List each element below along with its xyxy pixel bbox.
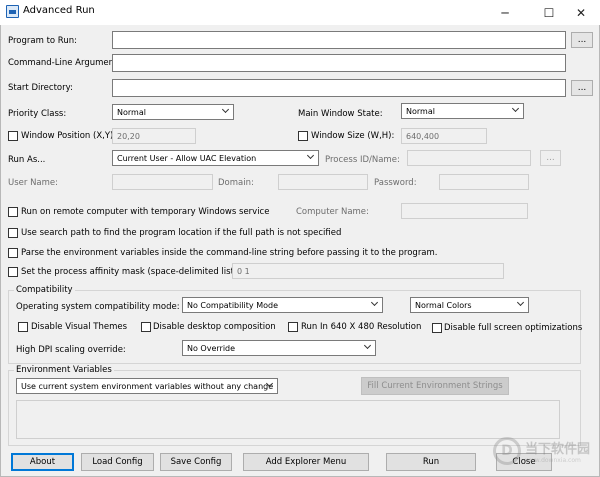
os-mode-label: Operating system compatibility mode: (16, 302, 180, 312)
parse-env-label: Parse the environment variables inside t… (21, 248, 438, 258)
domain-label: Domain: (218, 178, 254, 188)
chevron-down-icon (363, 341, 372, 350)
chevron-down-icon (221, 105, 230, 114)
save-config-button[interactable]: Save Config (160, 453, 232, 471)
affinity-input[interactable]: 0 1 (232, 263, 504, 279)
add-explorer-menu-button[interactable]: Add Explorer Menu (243, 453, 369, 471)
user-name-label: User Name: (8, 178, 59, 188)
dpi-label: High DPI scaling override: (16, 345, 126, 355)
disable-fullscreen-opt-label: Disable full screen optimizations (444, 323, 583, 333)
password-label: Password: (374, 178, 417, 188)
colors-select[interactable]: Normal Colors (410, 297, 529, 313)
chevron-down-icon (306, 151, 315, 160)
computer-name-label: Computer Name: (296, 207, 369, 217)
disable-visual-themes-label: Disable Visual Themes (31, 322, 128, 332)
process-id-input[interactable] (407, 150, 531, 166)
affinity-checkbox[interactable] (8, 267, 18, 277)
run-640-label: Run In 640 X 480 Resolution (301, 322, 422, 332)
os-mode-value: No Compatibility Mode (187, 301, 278, 310)
remote-label: Run on remote computer with temporary Wi… (21, 207, 270, 217)
priority-value: Normal (117, 108, 146, 117)
close-window-button[interactable]: ✕ (562, 0, 600, 25)
main-window-state-label: Main Window State: (298, 109, 383, 119)
browse-process-button[interactable]: ... (540, 150, 561, 166)
window-size-checkbox[interactable] (298, 131, 308, 141)
close-button[interactable]: Close (496, 453, 552, 471)
remote-checkbox[interactable] (8, 207, 18, 217)
run-640-checkbox[interactable] (288, 322, 298, 332)
disable-fullscreen-opt-checkbox[interactable] (432, 323, 442, 333)
load-config-button[interactable]: Load Config (81, 453, 154, 471)
colors-value: Normal Colors (415, 301, 472, 310)
dpi-value: No Override (187, 344, 236, 353)
window-position-label: Window Position (X,Y): (21, 131, 117, 141)
startdir-input[interactable] (112, 79, 566, 97)
environment-mode-value: Use current system environment variables… (21, 382, 274, 391)
environment-mode-select[interactable]: Use current system environment variables… (16, 378, 278, 394)
minimize-button[interactable]: ─ (486, 0, 524, 25)
run-as-label: Run As... (8, 155, 46, 165)
disable-visual-themes-checkbox[interactable] (18, 322, 28, 332)
disable-desktop-composition-label: Disable desktop composition (153, 322, 276, 332)
environment-textarea[interactable] (16, 400, 560, 439)
search-path-label: Use search path to find the program loca… (21, 228, 342, 238)
app-icon (6, 5, 19, 18)
user-name-input[interactable] (112, 174, 213, 190)
main-window-state-select[interactable]: Normal (401, 103, 524, 119)
password-input[interactable] (439, 174, 529, 190)
program-input[interactable] (112, 31, 566, 49)
process-id-label: Process ID/Name: (325, 155, 400, 165)
domain-input[interactable] (278, 174, 368, 190)
fill-environment-button[interactable]: Fill Current Environment Strings (361, 377, 509, 395)
args-label: Command-Line Arguments: (8, 58, 125, 68)
about-button[interactable]: About (11, 453, 74, 471)
window-size-input[interactable]: 640,400 (401, 128, 487, 144)
chevron-down-icon (516, 298, 525, 307)
program-label: Program to Run: (8, 36, 77, 46)
chevron-down-icon (370, 298, 379, 307)
run-as-select[interactable]: Current User - Allow UAC Elevation (112, 150, 319, 166)
priority-label: Priority Class: (8, 109, 67, 119)
os-mode-select[interactable]: No Compatibility Mode (182, 297, 383, 313)
window-size-label: Window Size (W,H): (311, 131, 395, 141)
browse-startdir-button[interactable]: ... (571, 80, 593, 96)
window-title: Advanced Run (23, 5, 95, 16)
main-window-state-value: Normal (406, 107, 435, 116)
priority-select[interactable]: Normal (112, 104, 234, 120)
dpi-select[interactable]: No Override (182, 340, 376, 356)
chevron-down-icon (511, 104, 520, 113)
window-position-input[interactable]: 20,20 (112, 128, 196, 144)
run-button[interactable]: Run (386, 453, 476, 471)
compatibility-legend: Compatibility (14, 284, 75, 296)
computer-name-input[interactable] (401, 203, 528, 219)
disable-desktop-composition-checkbox[interactable] (141, 322, 151, 332)
browse-program-button[interactable]: ... (571, 32, 593, 48)
environment-legend: Environment Variables (14, 364, 114, 376)
affinity-label: Set the process affinity mask (space-del… (21, 267, 241, 277)
window-position-checkbox[interactable] (8, 131, 18, 141)
title-bar: Advanced Run ─ ☐ ✕ (0, 0, 600, 25)
parse-env-checkbox[interactable] (8, 248, 18, 258)
args-input[interactable] (112, 54, 566, 72)
run-as-value: Current User - Allow UAC Elevation (117, 154, 257, 163)
search-path-checkbox[interactable] (8, 228, 18, 238)
startdir-label: Start Directory: (8, 83, 73, 93)
